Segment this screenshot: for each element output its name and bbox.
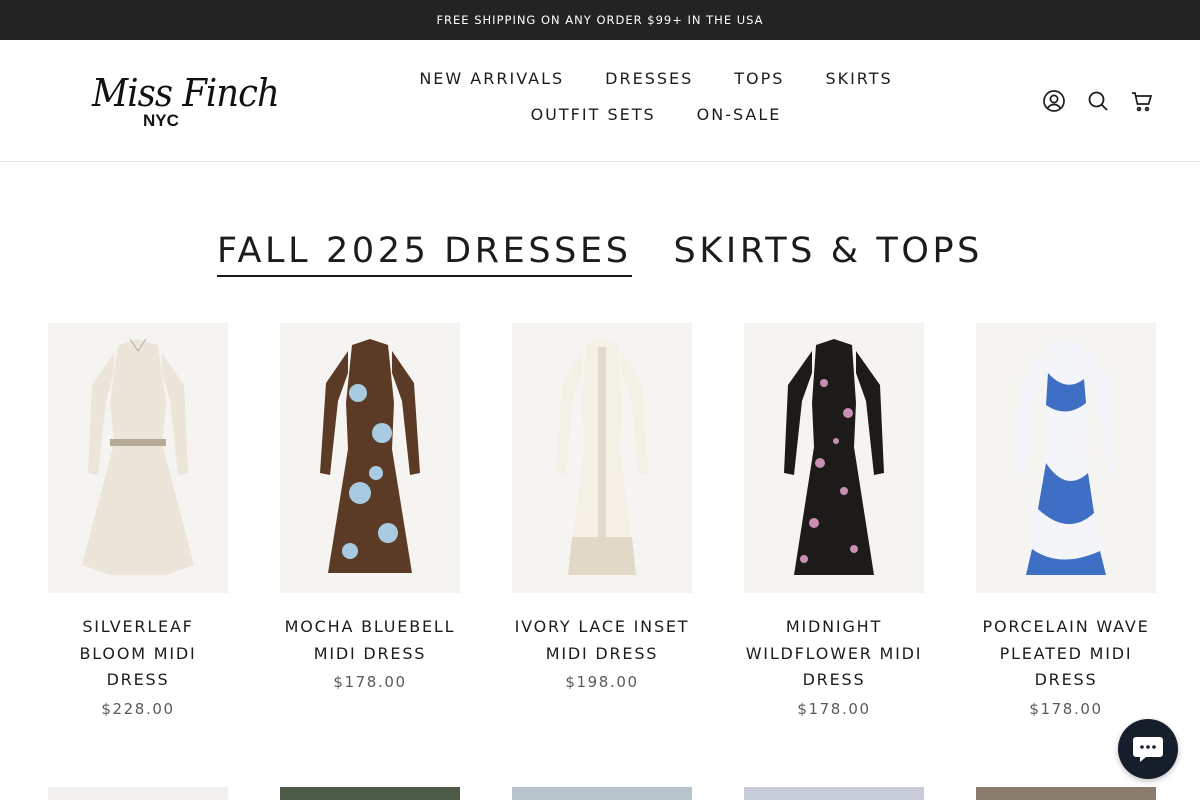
product-card[interactable]: IVORY LACE INSET MIDI DRESS $198.00 xyxy=(512,323,692,720)
chat-button[interactable] xyxy=(1118,719,1178,779)
product-image[interactable] xyxy=(48,787,228,800)
search-icon[interactable] xyxy=(1086,89,1110,113)
nav-dresses[interactable]: DRESSES xyxy=(605,68,693,90)
cart-icon[interactable] xyxy=(1130,89,1154,113)
product-title[interactable]: IVORY LACE INSET MIDI DRESS xyxy=(512,614,692,667)
nav-skirts[interactable]: SKIRTS xyxy=(825,68,892,90)
brand-logo-script: Miss Finch xyxy=(92,71,280,115)
product-image[interactable] xyxy=(48,323,228,593)
product-image[interactable] xyxy=(744,323,924,593)
account-icon[interactable] xyxy=(1042,89,1066,113)
product-card[interactable]: PORCELAIN WAVE PLEATED MIDI DRESS $178.0… xyxy=(976,323,1156,720)
product-image[interactable] xyxy=(512,323,692,593)
product-image[interactable] xyxy=(744,787,924,800)
collection-tabs: FALL 2025 DRESSES SKIRTS & TOPS xyxy=(0,228,1200,277)
nav-outfit-sets[interactable]: OUTFIT SETS xyxy=(531,104,656,126)
product-image[interactable] xyxy=(976,787,1156,800)
announcement-bar: FREE SHIPPING ON ANY ORDER $99+ IN THE U… xyxy=(0,0,1200,40)
product-image[interactable] xyxy=(280,323,460,593)
product-card[interactable]: SILVERLEAF BLOOM MIDI DRESS $228.00 xyxy=(48,323,228,720)
main-nav: NEW ARRIVALS DRESSES TOPS SKIRTS OUTFIT … xyxy=(340,68,972,126)
product-card[interactable]: MIDNIGHT WILDFLOWER MIDI DRESS $178.00 xyxy=(744,323,924,720)
announcement-text: FREE SHIPPING ON ANY ORDER $99+ IN THE U… xyxy=(436,13,764,27)
product-image[interactable] xyxy=(976,323,1156,593)
product-price: $178.00 xyxy=(797,699,871,718)
product-grid: SILVERLEAF BLOOM MIDI DRESS $228.00 MOCH… xyxy=(48,323,1156,720)
nav-tops[interactable]: TOPS xyxy=(734,68,784,90)
product-title[interactable]: PORCELAIN WAVE PLEATED MIDI DRESS xyxy=(976,614,1156,694)
tab-skirts-tops[interactable]: SKIRTS & TOPS xyxy=(674,228,983,277)
product-price: $178.00 xyxy=(333,673,407,691)
product-title[interactable]: SILVERLEAF BLOOM MIDI DRESS xyxy=(48,614,228,694)
product-image[interactable] xyxy=(280,787,460,800)
product-grid-next-row xyxy=(48,787,1156,800)
product-title[interactable]: MIDNIGHT WILDFLOWER MIDI DRESS xyxy=(744,614,924,694)
product-image[interactable] xyxy=(512,787,692,800)
tab-fall-2025-dresses[interactable]: FALL 2025 DRESSES xyxy=(216,228,632,277)
header-icons xyxy=(1042,89,1154,113)
nav-on-sale[interactable]: ON-SALE xyxy=(697,104,782,126)
site-header: Miss Finch NYC NEW ARRIVALS DRESSES TOPS… xyxy=(0,40,1200,162)
product-price: $178.00 xyxy=(1029,699,1103,718)
product-price: $228.00 xyxy=(101,699,175,718)
product-title[interactable]: MOCHA BLUEBELL MIDI DRESS xyxy=(280,614,460,667)
product-card[interactable]: MOCHA BLUEBELL MIDI DRESS $178.00 xyxy=(280,323,460,720)
brand-logo[interactable]: Miss Finch NYC xyxy=(92,74,280,134)
brand-logo-sub: NYC xyxy=(143,111,179,130)
nav-new-arrivals[interactable]: NEW ARRIVALS xyxy=(419,68,564,90)
product-price: $198.00 xyxy=(565,673,639,691)
chat-bubble-icon xyxy=(1133,737,1163,762)
